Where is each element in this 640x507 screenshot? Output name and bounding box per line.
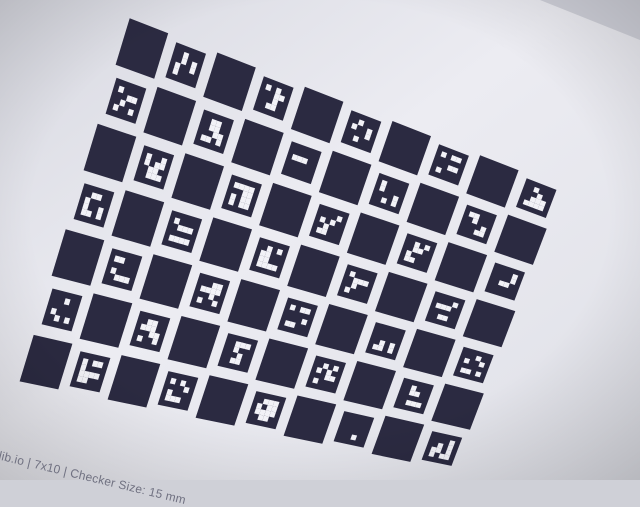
vignette — [0, 0, 640, 480]
photo-of-calibration-board — [0, 0, 640, 480]
